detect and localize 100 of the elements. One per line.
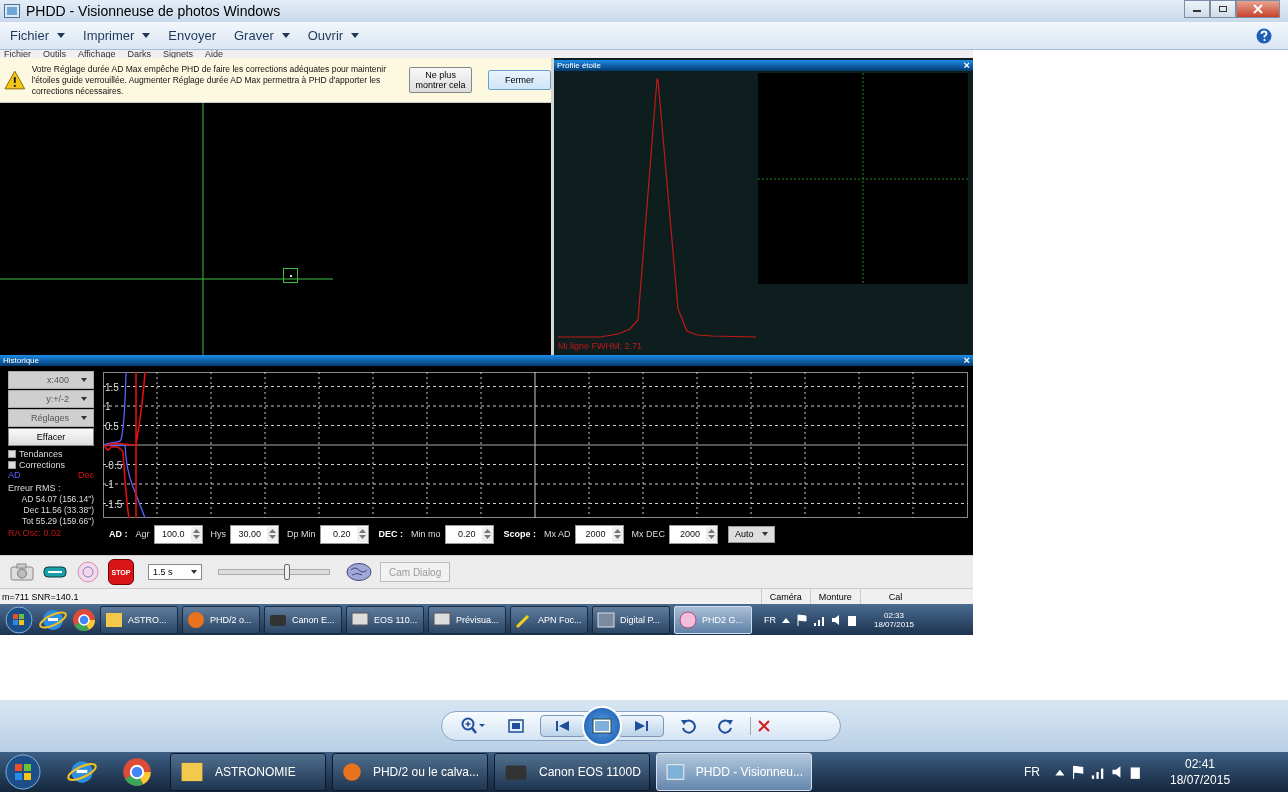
rms-value: AD 54.07 (156.14") xyxy=(20,494,94,505)
axis-tick-label: 1 xyxy=(105,401,111,412)
camera-icon[interactable] xyxy=(10,563,34,581)
menu-item[interactable]: Signets xyxy=(162,50,193,58)
param-group-label: AD : xyxy=(109,529,128,539)
caret-icon xyxy=(81,416,87,420)
help-icon[interactable] xyxy=(1256,27,1272,44)
chrome-icon[interactable] xyxy=(72,607,96,632)
clock[interactable]: 02:33 18/07/2015 xyxy=(874,610,915,629)
legend-label: Dec xyxy=(78,470,94,482)
toolbar-menu[interactable]: Fichier xyxy=(2,28,75,43)
taskbar-button[interactable]: Canon E... xyxy=(264,605,342,634)
menu-item[interactable]: Affichage xyxy=(78,50,116,58)
caret-icon xyxy=(191,570,197,574)
spin-arrows-icon[interactable] xyxy=(481,526,493,542)
taskbar-button[interactable]: EOS 110... xyxy=(346,605,424,634)
slideshow-icon xyxy=(592,718,612,734)
legend-label: AD xyxy=(8,470,21,482)
caret-icon xyxy=(81,378,87,382)
spin-arrows-icon[interactable] xyxy=(267,526,278,542)
menu-item[interactable]: Aide xyxy=(204,50,223,58)
spin-field[interactable]: 0.20 xyxy=(444,524,494,544)
previous-button[interactable] xyxy=(540,715,586,737)
axis-tick-label: -0.5 xyxy=(105,459,123,471)
fwhm-readout: Mi ligne FWHM: 2.71 xyxy=(557,341,644,351)
taskbar-button[interactable]: Canon EOS 1100D xyxy=(494,753,650,791)
photo-viewer-icon xyxy=(4,4,20,18)
spin-arrows-icon[interactable] xyxy=(356,526,368,542)
spin-field[interactable]: 2000 xyxy=(574,524,624,544)
exposure-dropdown[interactable]: 1.5 s xyxy=(148,564,202,580)
toolbar-menu[interactable]: Graver xyxy=(226,28,300,43)
taskbar-button[interactable]: Prévisua... xyxy=(428,605,506,634)
next-button[interactable] xyxy=(618,715,664,737)
spin-arrows-icon[interactable] xyxy=(190,526,202,542)
toolbar-menu[interactable]: Envoyer xyxy=(160,28,226,43)
taskbar-button[interactable]: PHD/2 ou le calva... xyxy=(332,753,488,791)
param-label: Dp Min xyxy=(287,529,316,539)
dropdown-button[interactable]: y:+/-2 xyxy=(8,390,94,408)
language-indicator[interactable]: FR xyxy=(764,614,776,625)
dismiss-button[interactable]: Ne plus montrer cela xyxy=(409,67,473,93)
spin-arrows-icon[interactable] xyxy=(611,526,623,542)
zoom-icon xyxy=(460,717,486,735)
rms-value: Dec 11.56 (33.38") xyxy=(22,505,94,516)
close-button[interactable] xyxy=(1236,0,1280,18)
spin-field[interactable]: 0.20 xyxy=(319,524,369,544)
minimize-button[interactable] xyxy=(1184,0,1210,18)
photo-icon xyxy=(596,609,616,630)
checkbox[interactable] xyxy=(8,449,16,458)
axis-tick-label: -1 xyxy=(105,479,114,490)
fit-window-icon xyxy=(508,719,524,733)
alert-message: Votre Réglage durée AD Max empêche PHD de faire les corrections adéquates pour maintenir l'étoiles guide verrouillée. Augmenter Réglage durée AD Max permettra à PHD d'apporter les corrections nécessaires. xyxy=(31,63,387,97)
mode-dropdown[interactable]: Auto xyxy=(728,525,775,543)
spin-field[interactable]: 30.00 xyxy=(230,524,279,544)
taskbar-button[interactable]: ASTRO... xyxy=(100,605,178,634)
taskbar-button[interactable]: ASTRONOMIE xyxy=(170,753,326,791)
taskbar-button[interactable]: Digital P... xyxy=(592,605,670,634)
menu-item[interactable]: Fichier xyxy=(4,50,31,58)
slider-thumb[interactable] xyxy=(284,564,291,580)
toolbar-menu[interactable]: Imprimer xyxy=(75,28,161,43)
axis-tick-label: -1.5 xyxy=(105,498,123,510)
menu-item[interactable]: Darks xyxy=(127,50,151,58)
slideshow-button[interactable] xyxy=(582,706,622,746)
panel-title: Historique xyxy=(3,356,39,365)
panel-close-button[interactable]: × xyxy=(963,60,970,71)
brightness-slider[interactable] xyxy=(218,564,330,580)
rotate-left-icon xyxy=(680,718,696,734)
language-indicator[interactable]: FR xyxy=(1024,765,1040,779)
param-label: Agr xyxy=(135,529,150,539)
dropdown-button[interactable]: Réglages xyxy=(8,409,94,427)
menu-item[interactable]: Outils xyxy=(43,50,67,58)
status-text: m=711 SNR=140.1 xyxy=(1,591,80,602)
toolbar-menu[interactable]: Ouvrir xyxy=(299,28,370,43)
close-alert-button[interactable]: Fermer xyxy=(488,70,551,90)
clear-button[interactable]: Effacer xyxy=(8,428,94,446)
panel-title: Profile étoile xyxy=(557,61,602,70)
rotate-right-icon xyxy=(718,718,734,734)
param-label: Mx AD xyxy=(544,529,571,539)
checkbox[interactable] xyxy=(8,460,16,469)
checkbox-label: Corrections xyxy=(19,459,65,470)
panel-close-button[interactable]: × xyxy=(963,355,970,366)
param-label: Hys xyxy=(210,529,226,539)
start-button[interactable] xyxy=(4,753,42,791)
clock[interactable]: 02:41 18/07/2015 xyxy=(1170,756,1231,788)
param-label: Min mo xyxy=(411,529,441,539)
chrome-icon[interactable] xyxy=(122,757,152,787)
window-title: PHDD - Visionneuse de photos Windows xyxy=(26,3,281,19)
maximize-icon xyxy=(1218,5,1228,13)
taskbar-button[interactable]: APN Foc... xyxy=(510,605,588,634)
maximize-button[interactable] xyxy=(1210,0,1236,18)
taskbar-button[interactable]: PHD/2 o... xyxy=(182,605,260,634)
spin-field[interactable]: 2000 xyxy=(669,524,719,544)
start-button[interactable] xyxy=(4,604,34,635)
star-marker-icon xyxy=(283,268,298,283)
checkbox-label: Tendances xyxy=(19,448,63,459)
oscillation-value: RA Osc: 0.02 xyxy=(8,527,63,539)
spin-arrows-icon[interactable] xyxy=(706,526,718,542)
warning-icon xyxy=(4,70,26,90)
dropdown-button[interactable]: x:400 xyxy=(8,371,94,389)
axis-tick-label: 1.5 xyxy=(105,381,119,393)
spin-field[interactable]: 100.0 xyxy=(153,524,203,544)
